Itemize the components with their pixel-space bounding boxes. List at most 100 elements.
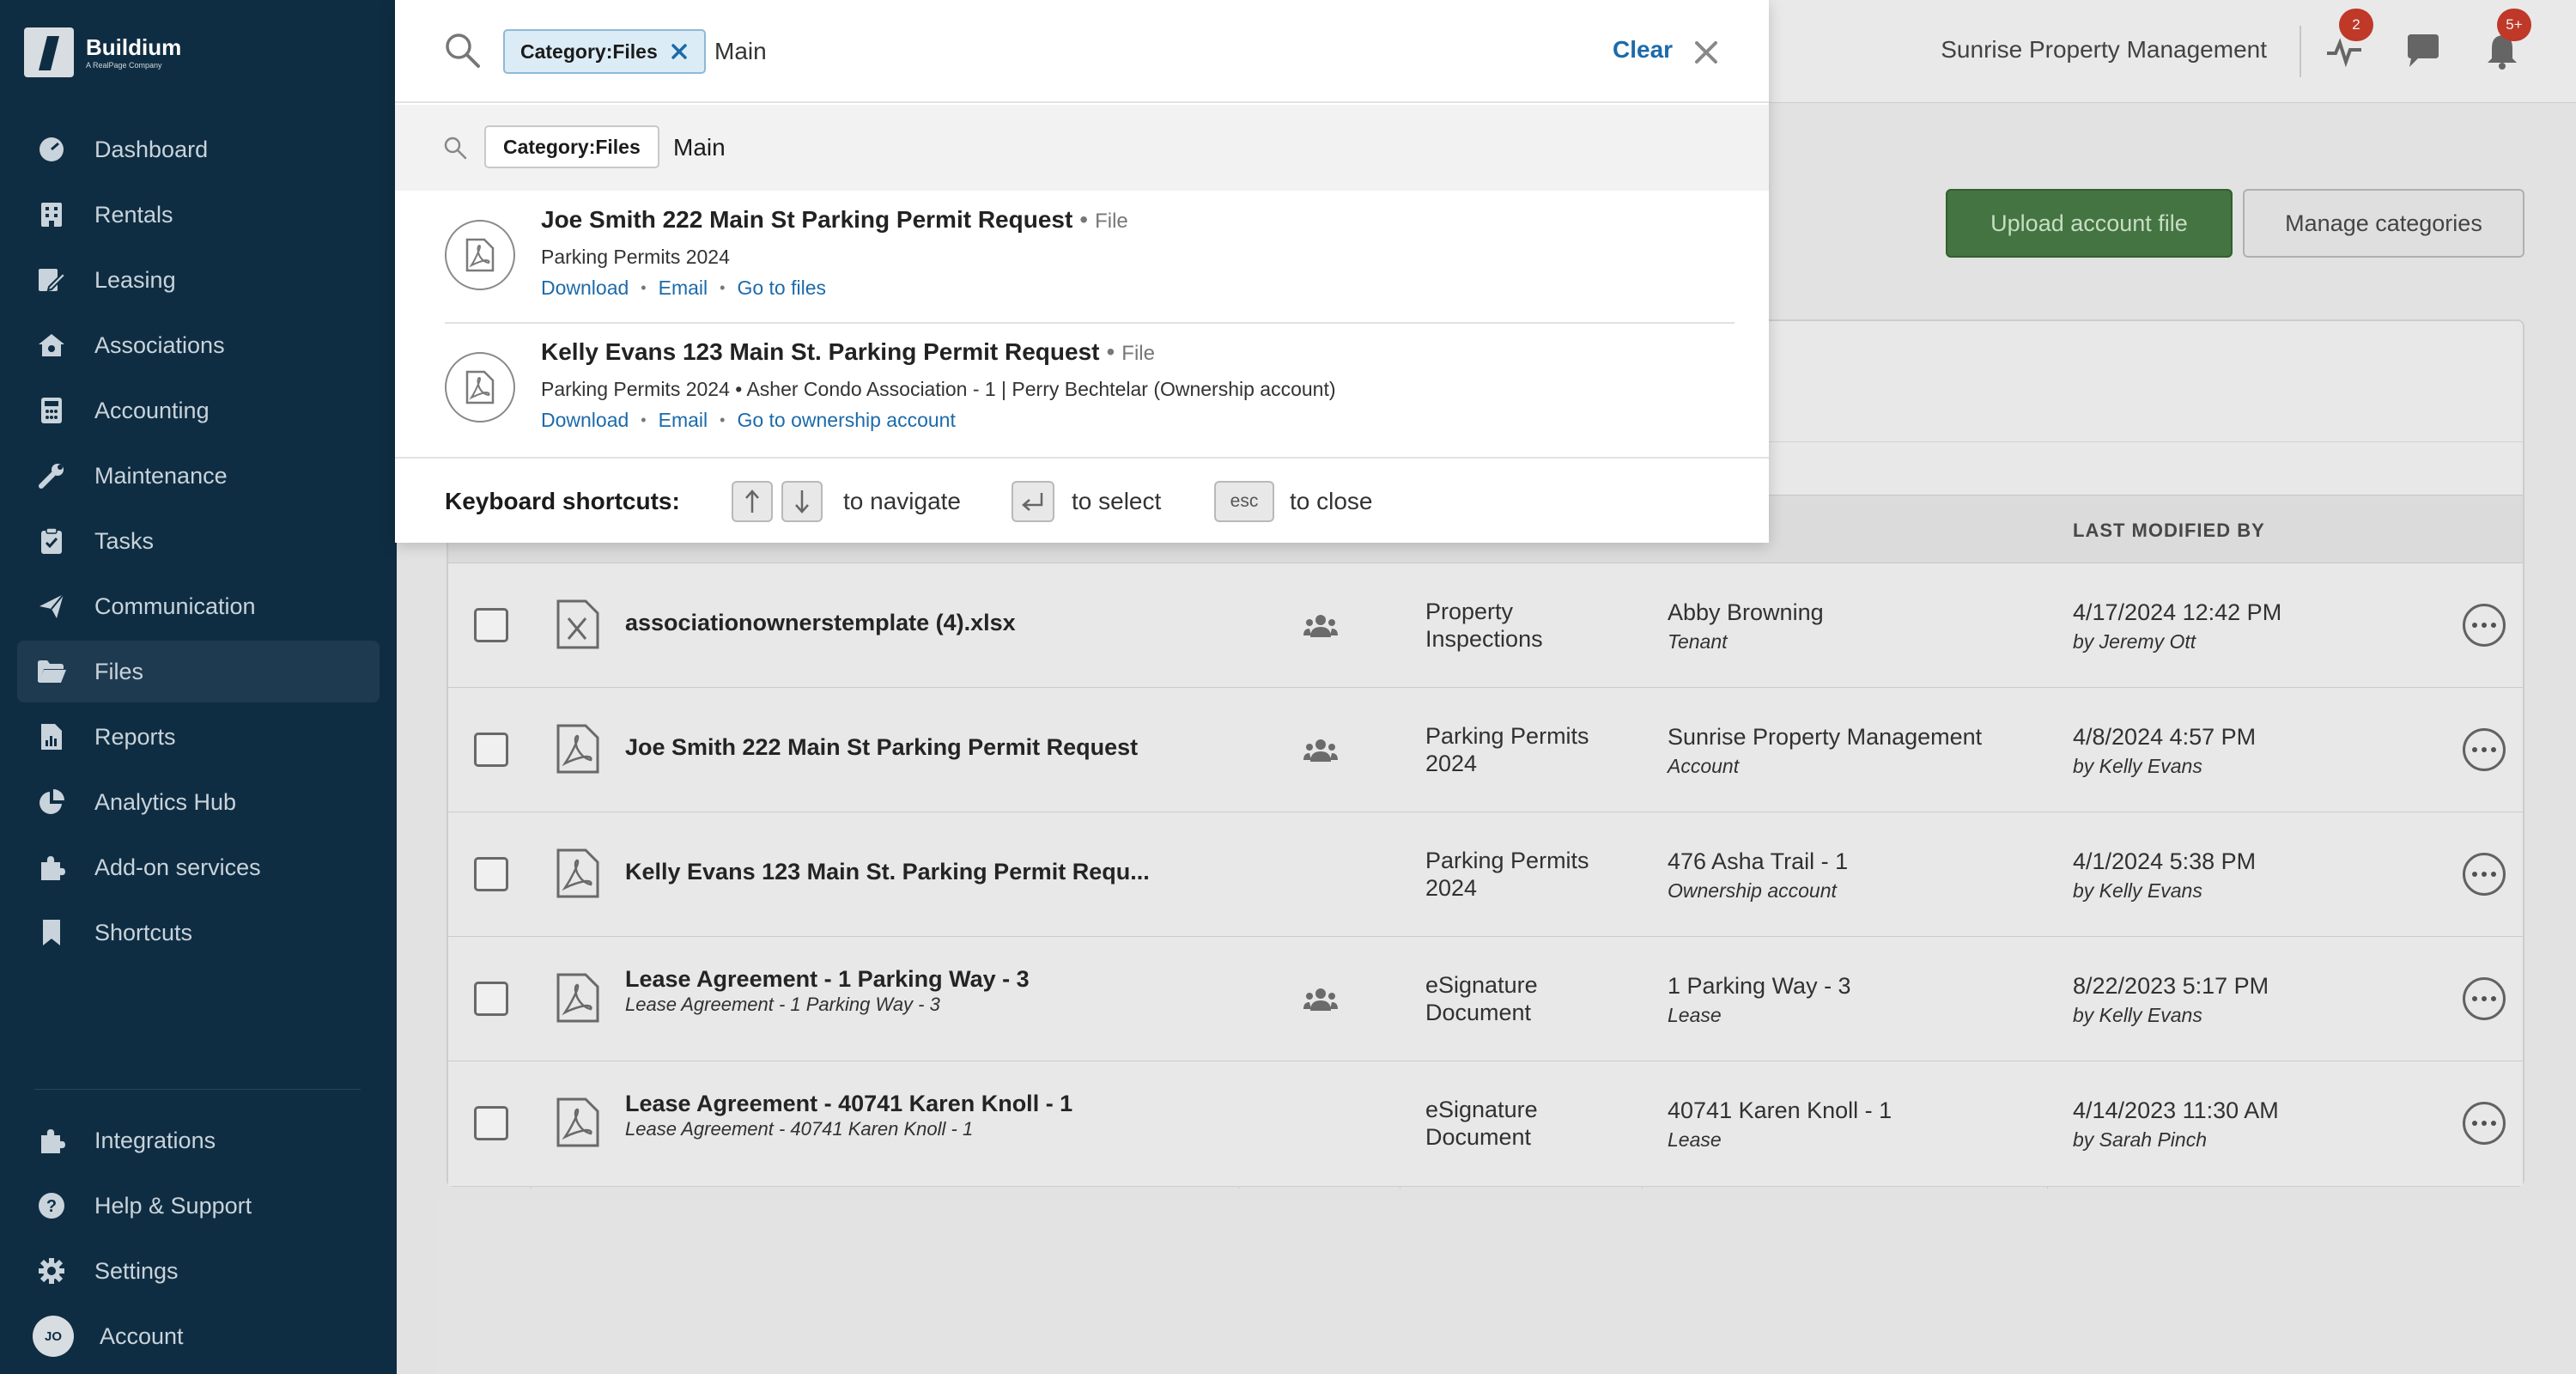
brand-sub: A RealPage Company: [86, 60, 162, 70]
category-filter-chip: Category:Files: [503, 29, 706, 74]
sidebar-item-leasing[interactable]: Leasing: [17, 249, 380, 311]
close-icon[interactable]: [1693, 40, 1719, 65]
dashboard-icon: [36, 134, 67, 165]
sidebar-item-help-support[interactable]: ? Help & Support: [17, 1175, 380, 1237]
bookmark-icon: [36, 917, 67, 948]
sidebar-item-label: Dashboard: [94, 136, 209, 162]
sidebar-item-accounting[interactable]: Accounting: [17, 380, 380, 441]
go-to-ownership-account-link[interactable]: Go to ownership account: [737, 409, 955, 432]
close-hint: to close: [1290, 488, 1373, 514]
arrow-down-key-icon: [781, 481, 823, 522]
gear-icon: [36, 1255, 67, 1286]
sidebar-bottom-nav: Integrations ? Help & Support Settings J…: [17, 1110, 380, 1371]
arrow-up-key-icon: [732, 481, 773, 522]
keyboard-shortcuts: Keyboard shortcuts: to navigate to selec…: [395, 457, 1769, 543]
sidebar-item-label: Reports: [94, 723, 176, 750]
result-title-text: Joe Smith 222 Main St Parking Permit Req…: [541, 206, 1073, 233]
sidebar-item-rentals[interactable]: Rentals: [17, 184, 380, 246]
sidebar-item-label: Shortcuts: [94, 919, 193, 945]
result-title[interactable]: Joe Smith 222 Main St Parking Permit Req…: [541, 206, 1128, 234]
sidebar-item-dashboard[interactable]: Dashboard: [17, 119, 380, 180]
sidebar-item-label: Account: [100, 1322, 184, 1349]
sidebar-item-associations[interactable]: Associations: [17, 314, 380, 376]
sidebar-item-label: Files: [94, 658, 144, 684]
puzzle-icon: [36, 1125, 67, 1156]
sidebar-item-label: Rentals: [94, 201, 173, 228]
sidebar-item-maintenance[interactable]: Maintenance: [17, 445, 380, 507]
sidebar-item-label: Add-on services: [94, 854, 261, 880]
download-link[interactable]: Download: [541, 277, 629, 300]
search-icon: [443, 31, 481, 69]
search-result[interactable]: Joe Smith 222 Main St Parking Permit Req…: [395, 191, 1769, 324]
pdf-file-icon: [445, 352, 515, 423]
category-filter-label: Category:Files: [520, 40, 658, 63]
sidebar-item-analytics-hub[interactable]: Analytics Hub: [17, 771, 380, 833]
select-hint: to select: [1072, 488, 1162, 514]
result-subtitle: Parking Permits 2024 • Asher Condo Assoc…: [541, 378, 1336, 400]
help-icon: ?: [36, 1190, 67, 1221]
sidebar-item-tasks[interactable]: Tasks: [17, 510, 380, 572]
puzzle-icon: [36, 852, 67, 883]
sidebar: Buildium A RealPage Company Dashboard Re…: [0, 0, 397, 1374]
lease-icon: [36, 264, 67, 295]
shortcuts-title: Keyboard shortcuts:: [445, 488, 680, 514]
sidebar-item-reports[interactable]: Reports: [17, 706, 380, 768]
search-result[interactable]: Kelly Evans 123 Main St. Parking Permit …: [395, 323, 1769, 455]
sidebar-item-label: Tasks: [94, 527, 155, 554]
result-type: File: [1095, 210, 1128, 233]
clear-button[interactable]: Clear: [1613, 36, 1673, 64]
buildium-logo[interactable]: Buildium A RealPage Company: [24, 27, 181, 77]
esc-key: esc: [1214, 481, 1274, 522]
sidebar-item-label: Maintenance: [94, 462, 228, 489]
sidebar-item-label: Accounting: [94, 397, 210, 423]
sidebar-nav: Dashboard Rentals Leasing Associations A…: [17, 119, 380, 967]
avatar: JO: [33, 1316, 74, 1357]
wrench-icon: [36, 460, 67, 491]
sidebar-item-account[interactable]: JO Account: [17, 1305, 380, 1367]
result-actions: Download • Email • Go to ownership account: [541, 409, 956, 432]
sidebar-item-label: Communication: [94, 593, 256, 619]
svg-text:?: ?: [46, 1197, 57, 1216]
brand-name: Buildium: [86, 33, 182, 60]
sidebar-item-integrations[interactable]: Integrations: [17, 1110, 380, 1171]
result-actions: Download • Email • Go to files: [541, 277, 826, 300]
sidebar-item-label: Help & Support: [94, 1192, 252, 1219]
result-title-text: Kelly Evans 123 Main St. Parking Permit …: [541, 338, 1100, 365]
email-link[interactable]: Email: [659, 277, 708, 300]
search-input[interactable]: [714, 26, 1573, 77]
calculator-icon: [36, 395, 67, 426]
paper-plane-icon: [36, 591, 67, 622]
sidebar-item-communication[interactable]: Communication: [17, 575, 380, 637]
building-icon: [36, 199, 67, 230]
search-icon: [443, 136, 467, 160]
go-to-files-link[interactable]: Go to files: [737, 277, 826, 300]
pie-chart-icon: [36, 787, 67, 818]
suggestion-category-chip: Category:Files: [484, 125, 659, 168]
report-icon: [36, 721, 67, 752]
enter-key-icon: [1012, 481, 1054, 522]
navigate-hint: to navigate: [843, 488, 961, 514]
sidebar-item-files[interactable]: Files: [17, 641, 380, 702]
logo-mark-icon: [24, 27, 74, 77]
sidebar-item-settings[interactable]: Settings: [17, 1240, 380, 1302]
sidebar-item-shortcuts[interactable]: Shortcuts: [17, 902, 380, 964]
remove-filter-icon[interactable]: [670, 42, 689, 61]
sidebar-item-label: Leasing: [94, 266, 176, 293]
sidebar-item-add-on-services[interactable]: Add-on services: [17, 836, 380, 898]
search-suggestion[interactable]: Category:Files Main: [395, 105, 1769, 191]
sidebar-item-label: Integrations: [94, 1127, 216, 1153]
sidebar-item-label: Associations: [94, 331, 225, 358]
download-link[interactable]: Download: [541, 409, 629, 432]
sidebar-item-label: Settings: [94, 1257, 179, 1284]
association-icon: [36, 330, 67, 361]
result-type: File: [1121, 342, 1155, 365]
folder-icon: [36, 656, 67, 687]
result-title[interactable]: Kelly Evans 123 Main St. Parking Permit …: [541, 338, 1155, 366]
search-bar: Category:Files Clear: [395, 0, 1769, 103]
sidebar-divider: [34, 1089, 361, 1090]
sidebar-item-label: Analytics Hub: [94, 788, 237, 815]
search-dialog: Category:Files Clear Category:Files Main…: [395, 0, 1769, 543]
email-link[interactable]: Email: [659, 409, 708, 432]
clipboard-icon: [36, 526, 67, 556]
result-subtitle: Parking Permits 2024: [541, 246, 730, 268]
